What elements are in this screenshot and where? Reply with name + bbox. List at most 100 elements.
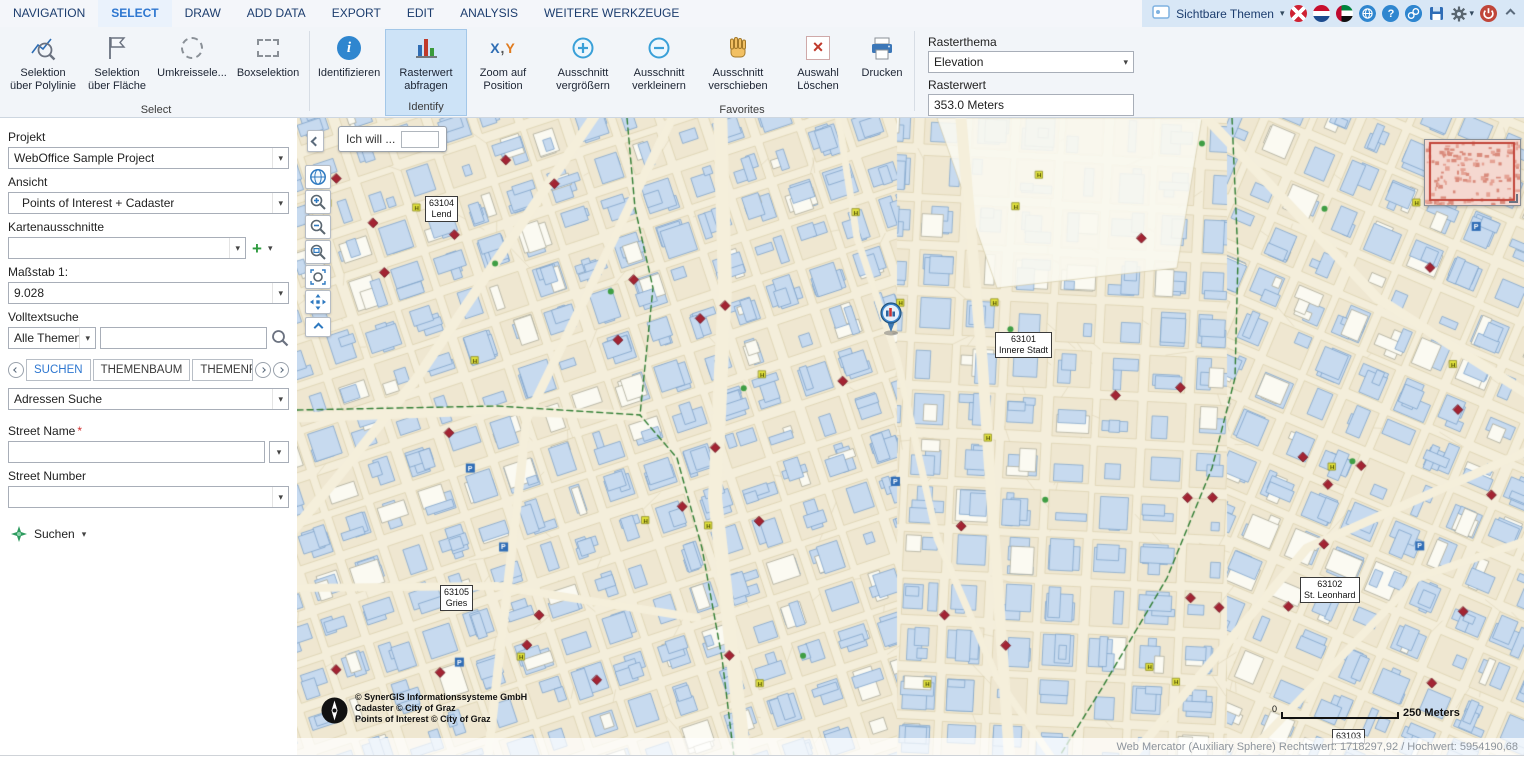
power-icon[interactable] bbox=[1480, 5, 1497, 22]
chevron-down-icon: ▾ bbox=[79, 328, 95, 348]
menu-add-data[interactable]: ADD DATA bbox=[234, 0, 319, 27]
ich-will-box[interactable]: Ich will ... bbox=[338, 126, 447, 152]
kartenausschnitte-label: Kartenausschnitte bbox=[8, 220, 289, 234]
menu-analysis[interactable]: ANALYSIS bbox=[447, 0, 531, 27]
save-icon[interactable] bbox=[1428, 5, 1445, 22]
kartenausschnitte-select[interactable]: ▾ bbox=[8, 237, 246, 259]
map-canvas[interactable] bbox=[297, 118, 1524, 755]
district-label-lend: 63104 Lend bbox=[425, 196, 458, 222]
minimap-resize-handle[interactable] bbox=[1509, 194, 1518, 203]
pan-button[interactable] bbox=[305, 290, 331, 314]
suchen-button[interactable]: Suchen ▾ bbox=[8, 524, 89, 544]
chevron-down-icon[interactable]: ▾ bbox=[268, 244, 273, 253]
tool-selektion-flaeche[interactable]: Selektionüber Fläche bbox=[80, 29, 154, 113]
flag-uae-icon[interactable] bbox=[1336, 5, 1353, 22]
coordinate-status-bar: Web Mercator (Auxiliary Sphere) Rechtswe… bbox=[297, 738, 1524, 755]
zoom-full-button[interactable] bbox=[305, 265, 331, 289]
zoom-in-button[interactable] bbox=[305, 190, 331, 214]
tool-rasterwert-abfragen[interactable]: Rasterwertabfragen Identify bbox=[385, 29, 467, 116]
scalebar: 0 250 Meters bbox=[1272, 704, 1460, 719]
tool-label: Boxselektion bbox=[237, 67, 299, 80]
chevron-down-icon: ▾ bbox=[82, 530, 87, 539]
chevron-down-icon: ▾ bbox=[272, 487, 288, 507]
zoom-in-icon bbox=[570, 32, 596, 64]
chevron-down-icon: ▾ bbox=[272, 148, 288, 168]
street-name-dropdown-button[interactable]: ▾ bbox=[269, 441, 289, 463]
tab-themenbaum[interactable]: THEMENBAUM bbox=[93, 359, 191, 381]
raster-panel: Rasterthema Elevation▾ Rasterwert bbox=[928, 29, 1134, 116]
help-icon[interactable]: ? bbox=[1382, 5, 1399, 22]
tool-label: Drucken bbox=[862, 67, 903, 80]
box-select-icon bbox=[257, 32, 279, 64]
map-marker-pin[interactable] bbox=[878, 302, 904, 339]
menu-edit[interactable]: EDIT bbox=[394, 0, 447, 27]
tool-boxselektion[interactable]: Boxselektion bbox=[230, 29, 306, 113]
flag-red-icon[interactable] bbox=[1290, 5, 1307, 22]
volltext-scope-select[interactable]: Alle Themen▾ bbox=[8, 327, 96, 349]
tool-label: Umkreissele... bbox=[157, 67, 227, 80]
chevron-down-icon: ▾ bbox=[272, 193, 288, 213]
tool-label: Identifizieren bbox=[318, 67, 380, 80]
sidebar: Projekt WebOffice Sample Project▾ Ansich… bbox=[0, 118, 297, 755]
weboffice-app: NAVIGATION SELECT DRAW ADD DATA EXPORT E… bbox=[0, 0, 1524, 777]
tab-suchen[interactable]: SUCHEN bbox=[26, 359, 91, 381]
tool-label: Selektionüber Polylinie bbox=[10, 67, 76, 93]
visible-themes-label[interactable]: Sichtbare Themen bbox=[1176, 7, 1274, 21]
volltext-search-input[interactable] bbox=[100, 327, 267, 349]
tools-collapse-up-button[interactable] bbox=[305, 317, 331, 337]
map-copyright: © SynerGIS Informationssysteme GmbH Cada… bbox=[355, 692, 527, 725]
ich-will-input[interactable] bbox=[401, 131, 439, 148]
top-menu-bar: NAVIGATION SELECT DRAW ADD DATA EXPORT E… bbox=[0, 0, 1524, 27]
zoom-out-button[interactable] bbox=[305, 215, 331, 239]
adressen-suche-select[interactable]: Adressen Suche▾ bbox=[8, 388, 289, 410]
massstab-select[interactable]: 9.028▾ bbox=[8, 282, 289, 304]
menu-navigation[interactable]: NAVIGATION bbox=[0, 0, 98, 27]
tool-ausschnitt-vergroessern[interactable]: Ausschnittvergrößern bbox=[545, 29, 621, 113]
projekt-label: Projekt bbox=[8, 130, 289, 144]
globe-icon[interactable] bbox=[1359, 5, 1376, 22]
tab-themenfilter[interactable]: THEMENFILTER bbox=[192, 359, 253, 381]
tool-ausschnitt-verkleinern[interactable]: Ausschnittverkleinern bbox=[621, 29, 697, 113]
menu-select[interactable]: SELECT bbox=[98, 0, 171, 27]
add-view-button[interactable]: + bbox=[250, 240, 264, 257]
scalebar-line bbox=[1281, 712, 1399, 719]
tool-ausschnitt-verschieben[interactable]: Ausschnittverschieben bbox=[697, 29, 779, 113]
topbar-right-cluster: Sichtbare Themen ▾ ? ▾ bbox=[1142, 0, 1524, 27]
street-number-select[interactable]: ▾ bbox=[8, 486, 289, 508]
zoom-position-icon: X,Y bbox=[490, 32, 516, 64]
tabs-more-button[interactable] bbox=[273, 362, 289, 378]
link-icon[interactable] bbox=[1405, 5, 1422, 22]
menu-weitere-werkzeuge[interactable]: WEITERE WERKZEUGE bbox=[531, 0, 692, 27]
tool-zoom-auf-position[interactable]: X,Y Zoom aufPosition bbox=[467, 29, 539, 113]
menu-draw[interactable]: DRAW bbox=[172, 0, 234, 27]
zoom-window-button[interactable] bbox=[305, 240, 331, 264]
tool-selektion-polylinie[interactable]: Selektionüber Polylinie bbox=[6, 29, 80, 113]
tabs-scroll-right-button[interactable] bbox=[255, 362, 271, 378]
circle-select-icon bbox=[181, 32, 203, 64]
menu-export[interactable]: EXPORT bbox=[319, 0, 394, 27]
overview-minimap[interactable] bbox=[1424, 139, 1521, 206]
rasterwert-label: Rasterwert bbox=[928, 78, 1134, 92]
tabs-scroll-left-button[interactable] bbox=[8, 362, 24, 378]
tool-drucken[interactable]: Drucken bbox=[853, 29, 911, 113]
search-icon[interactable] bbox=[271, 329, 289, 347]
tool-umkreisselektion[interactable]: Umkreissele... bbox=[154, 29, 230, 113]
rasterthema-label: Rasterthema bbox=[928, 35, 1134, 49]
full-extent-globe-button[interactable] bbox=[305, 165, 331, 189]
tool-label: Ausschnittvergrößern bbox=[556, 67, 610, 93]
street-name-input[interactable] bbox=[8, 441, 265, 463]
street-number-label: Street Number bbox=[8, 469, 289, 483]
flag-tricolor-icon[interactable] bbox=[1313, 5, 1330, 22]
tool-identifizieren[interactable]: i Identifizieren bbox=[313, 29, 385, 113]
sidebar-collapse-button[interactable] bbox=[307, 130, 324, 152]
group-label-identify: Identify bbox=[408, 101, 443, 115]
rasterwert-input[interactable] bbox=[928, 94, 1134, 116]
chevron-down-icon: ▾ bbox=[1123, 58, 1128, 67]
settings-gear-icon[interactable]: ▾ bbox=[1451, 6, 1474, 22]
rasterthema-select[interactable]: Elevation▾ bbox=[928, 51, 1134, 73]
projekt-select[interactable]: WebOffice Sample Project▾ bbox=[8, 147, 289, 169]
tool-auswahl-loeschen[interactable]: × AuswahlLöschen bbox=[783, 29, 853, 113]
ansicht-select[interactable]: Points of Interest + Cadaster▾ bbox=[8, 192, 289, 214]
chevron-down-icon[interactable]: ▾ bbox=[1280, 9, 1285, 18]
collapse-toolbar-icon[interactable] bbox=[1506, 9, 1516, 19]
